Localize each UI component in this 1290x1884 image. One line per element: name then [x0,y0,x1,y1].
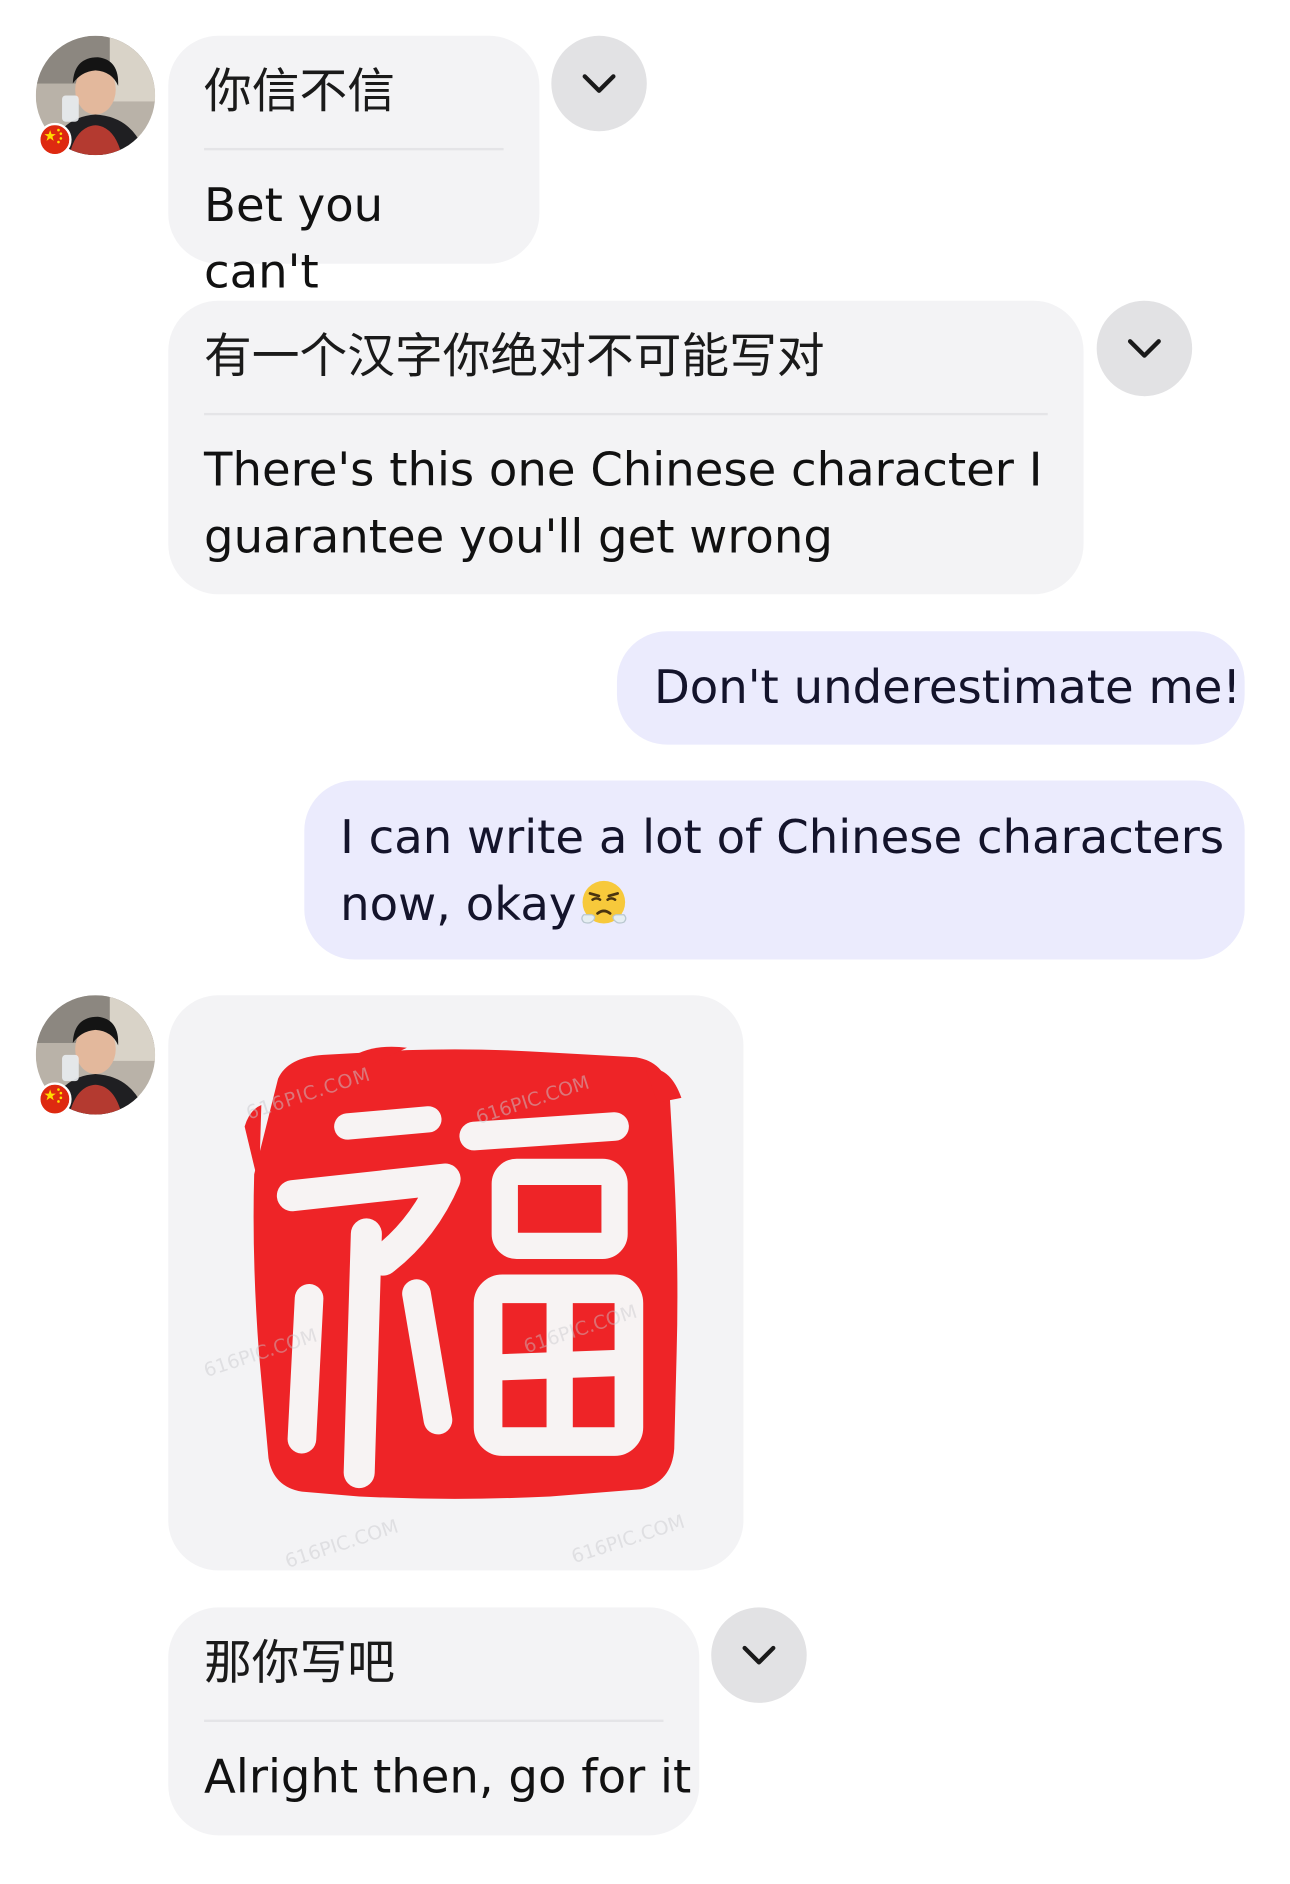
outgoing-message[interactable]: Don't underestimate me! [616,631,1245,745]
translation-divider [204,1719,664,1722]
incoming-translated-message[interactable]: 有一个汉字你绝对不可能写对 There's this one Chinese c… [168,300,1084,595]
watermark-text: 616PIC.COM [282,1515,401,1571]
contact-avatar[interactable] [35,995,156,1116]
watermark-text: 616PIC.COM [568,1510,687,1568]
fu-seal-image: 616PIC.COM 616PIC.COM 616PIC.COM 616PIC.… [201,1046,688,1571]
expand-translation-button[interactable] [1096,300,1193,397]
translated-line: guarantee you'll get wrong [204,510,833,565]
expand-translation-button[interactable] [551,35,647,132]
incoming-translated-message[interactable]: 那你写吧 Alright then, go for it [168,1607,700,1836]
translated-line: There's this one Chinese character I [204,443,1043,498]
chevron-down-icon [742,1645,776,1665]
translated-text: Alright then, go for it [204,1750,692,1805]
original-text: 有一个汉字你绝对不可能写对 [204,329,825,385]
message-text: now, okay [340,878,577,932]
face-with-steam-from-nose-icon [581,880,627,924]
translation-divider [204,147,504,151]
message-text: Don't underestimate me! [653,661,1242,715]
original-text: 那你写吧 [204,1636,395,1691]
original-text: 你信不信 [204,64,395,120]
translation-divider [204,412,1048,416]
outgoing-message[interactable]: I can write a lot of Chinese characters … [304,780,1245,960]
translated-text: There's this one Chinese character I gua… [204,438,1048,572]
expand-translation-button[interactable] [711,1607,807,1703]
translated-text: Bet you can't [204,179,384,300]
chat-thread: 你信不信 Bet you can't 有一个汉字你绝对不可能写对 There's… [0,0,1290,1874]
contact-avatar[interactable] [35,35,156,157]
chevron-down-icon [1127,339,1161,358]
incoming-translated-message[interactable]: 你信不信 Bet you can't [168,35,540,300]
message-line: I can write a lot of Chinese characters [340,811,1225,866]
china-flag-icon [38,122,72,157]
image-message[interactable]: 616PIC.COM 616PIC.COM 616PIC.COM 616PIC.… [168,995,744,1571]
message-line: now, okay [340,872,1209,939]
chevron-down-icon [582,74,616,93]
china-flag-icon [38,1082,72,1116]
